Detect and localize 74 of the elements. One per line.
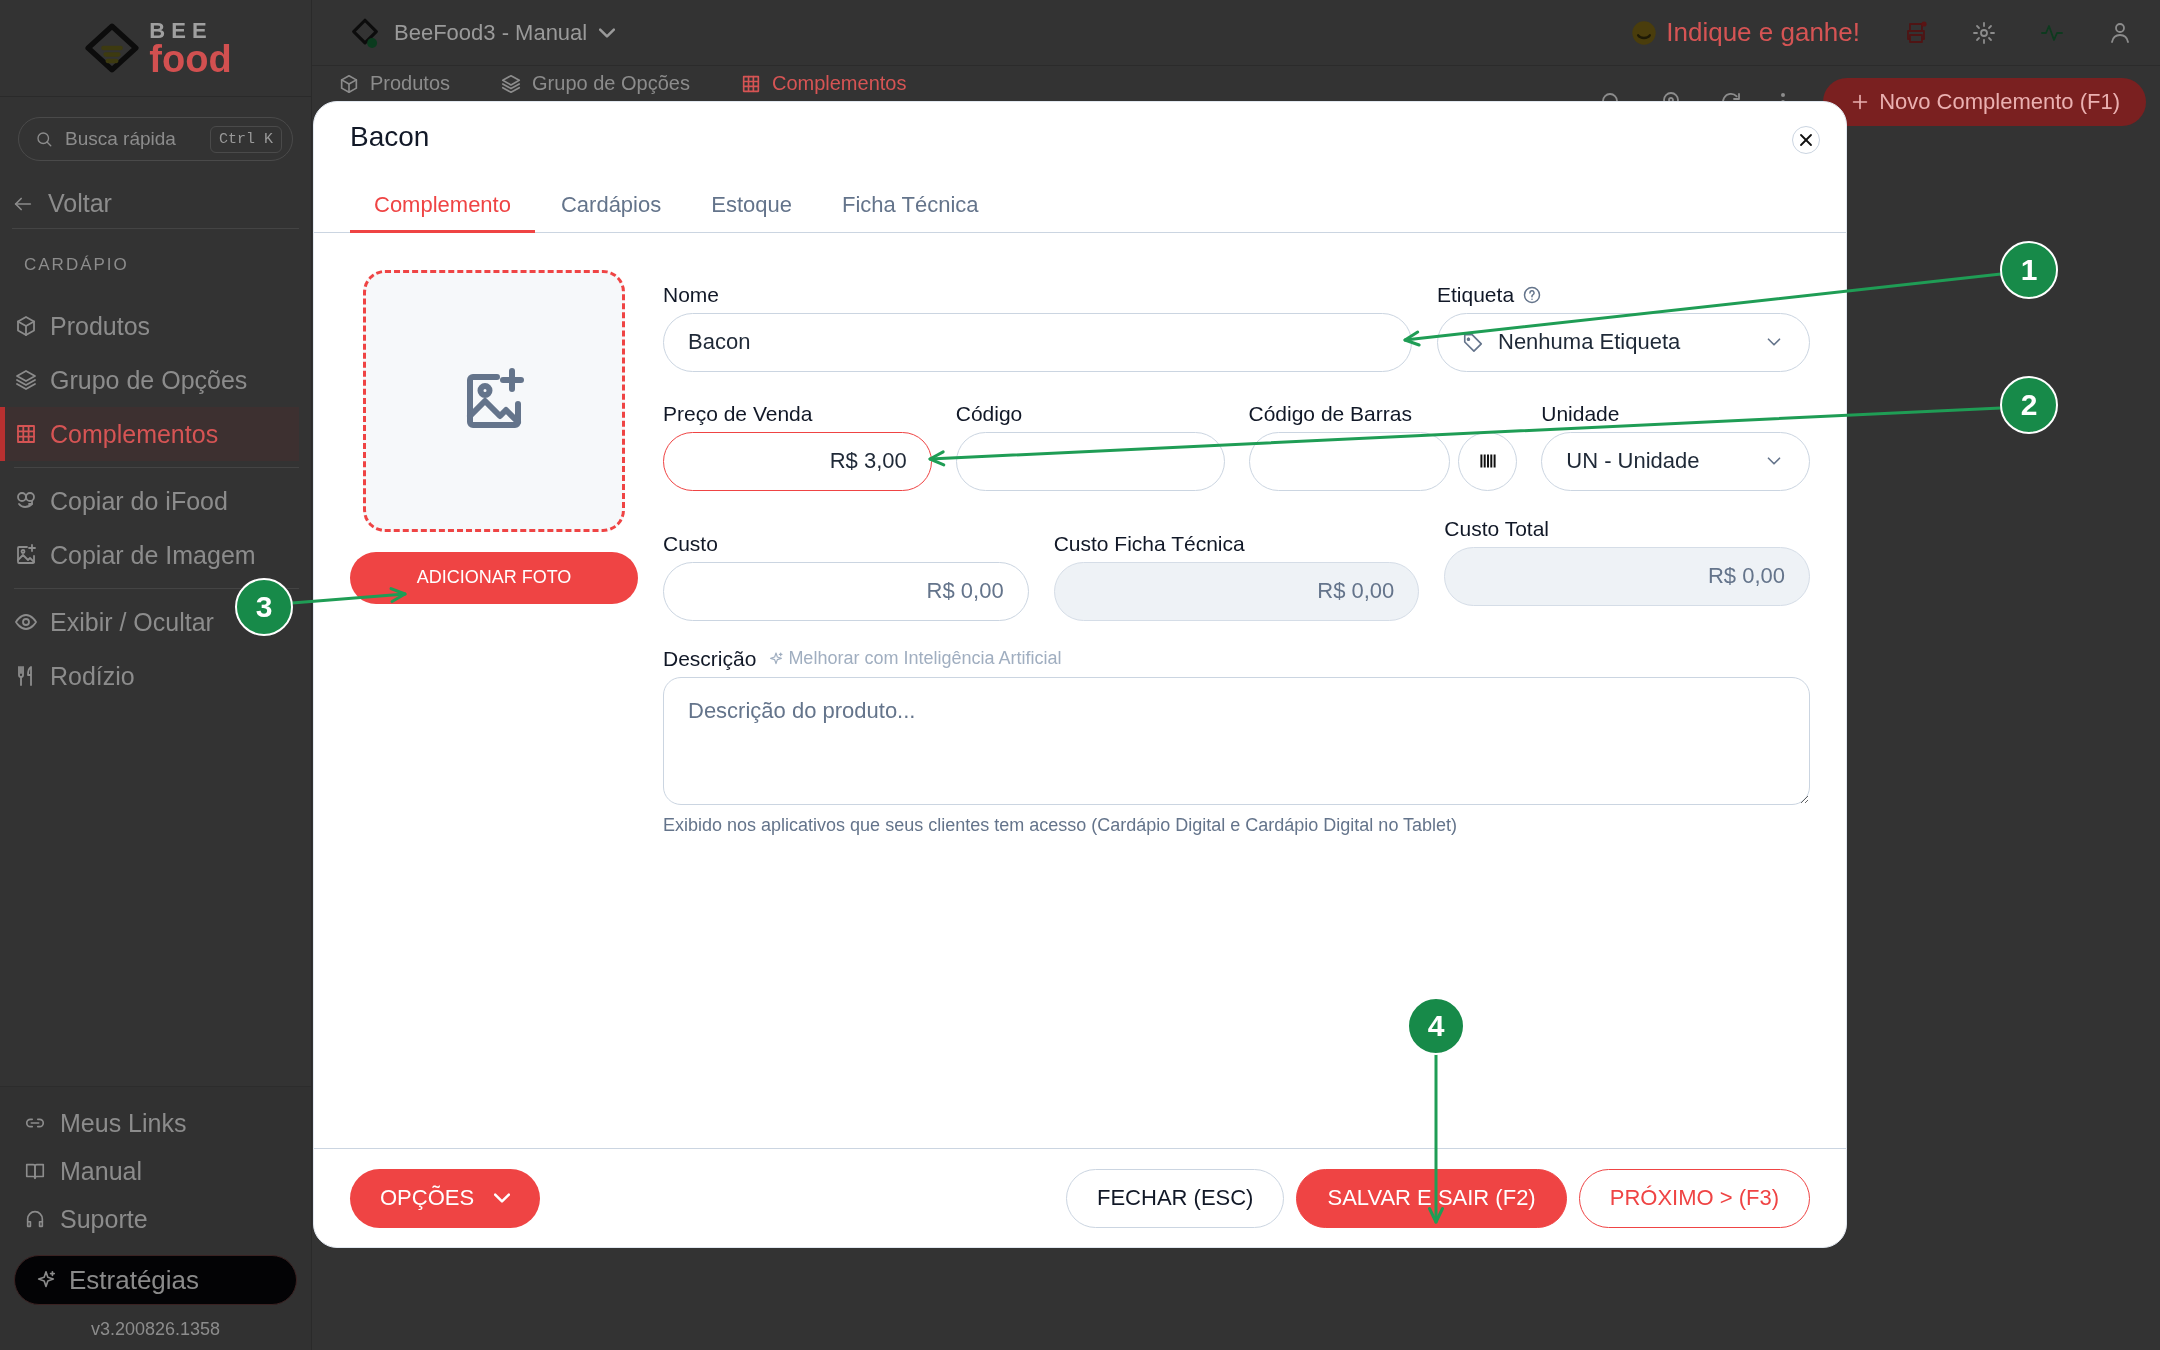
sidebar-item[interactable]: Copiar do iFood bbox=[14, 474, 228, 528]
dialog-button[interactable]: FECHAR (ESC) bbox=[1066, 1168, 1285, 1228]
tag-icon bbox=[1462, 331, 1484, 353]
shortcut-key: Ctrl K bbox=[210, 125, 282, 153]
sidebar-link[interactable]: Manual bbox=[14, 1147, 297, 1195]
sidebar-item[interactable]: Exibir / Ocultar bbox=[14, 595, 214, 649]
image-plus-icon bbox=[14, 543, 38, 567]
tag-dropdown[interactable]: Nenhuma Etiqueta bbox=[1437, 312, 1810, 372]
field-label: Código bbox=[955, 401, 1024, 426]
field-label: Custo Ficha Técnica bbox=[1053, 531, 1246, 556]
logo-text: food bbox=[149, 41, 232, 77]
sidebar-link[interactable]: Meus Links bbox=[14, 1099, 297, 1147]
field-label: Descrição bbox=[663, 646, 757, 671]
version-text: v3.200826.1358 bbox=[89, 1319, 222, 1340]
dialog-tab[interactable]: Complemento bbox=[350, 186, 535, 233]
modal-title: Bacon bbox=[350, 121, 430, 153]
headset-icon bbox=[24, 1208, 46, 1230]
name-field[interactable]: Bacon bbox=[663, 312, 1412, 372]
dialog-tab[interactable]: Cardápios bbox=[536, 186, 686, 233]
help-icon[interactable] bbox=[1522, 284, 1543, 305]
grid-icon bbox=[14, 422, 38, 446]
layers-icon bbox=[14, 368, 38, 392]
strategies-button[interactable]: Estratégias bbox=[14, 1255, 297, 1305]
chevron-down-icon bbox=[494, 1193, 511, 1203]
ai-improve-link[interactable]: Melhorar com Inteligência Artificial bbox=[768, 648, 1062, 669]
field-label: Etiqueta bbox=[1437, 282, 1515, 307]
sidebar-item[interactable]: Produtos bbox=[0, 299, 299, 353]
add-photo-button[interactable]: ADICIONAR FOTO bbox=[350, 551, 638, 604]
price-field[interactable]: R$ 3,00 bbox=[663, 431, 932, 491]
sidebar-item[interactable]: Rodízio bbox=[14, 649, 135, 703]
code-field[interactable] bbox=[955, 431, 1225, 491]
dialog-button[interactable]: SALVAR E SAIR (F2) bbox=[1296, 1168, 1567, 1228]
box-icon bbox=[338, 72, 360, 95]
dialog-tab[interactable]: Ficha Técnica bbox=[817, 186, 1003, 233]
sparkle-icon bbox=[768, 650, 785, 667]
layers-icon bbox=[500, 72, 523, 95]
logo-text: BEE bbox=[149, 19, 214, 42]
back-link[interactable]: Voltar bbox=[12, 185, 299, 229]
workspace-selector[interactable]: BeeFood3 - Manual bbox=[348, 15, 616, 50]
field-label: Código de Barras bbox=[1248, 401, 1413, 426]
step-number-badge: 2 bbox=[2000, 376, 2058, 434]
referral-link[interactable]: Indique e ganhe! bbox=[1630, 17, 1860, 48]
chevron-down-icon bbox=[599, 27, 616, 38]
field-label: Custo bbox=[663, 531, 719, 556]
field-label: Custo Total bbox=[1444, 516, 1550, 541]
photo-dropzone[interactable] bbox=[363, 269, 625, 532]
step-number-badge: 1 bbox=[2000, 241, 2058, 299]
page-tab[interactable]: Produtos bbox=[338, 72, 451, 95]
sidebar-link[interactable]: Suporte bbox=[14, 1195, 297, 1243]
section-heading: CARDÁPIO bbox=[24, 255, 130, 275]
page-tab[interactable]: Complementos bbox=[739, 72, 907, 95]
sun-icon[interactable] bbox=[1972, 20, 1996, 45]
total-cost-field: R$ 0,00 bbox=[1444, 546, 1810, 606]
field-hint: Exibido nos aplicativos que seus clientes tem acesso (Cardápio Digital e Cardápio Digital no Tablet) bbox=[663, 814, 1459, 836]
dialog-button[interactable]: PRÓXIMO > (F3) bbox=[1578, 1168, 1810, 1228]
smiley-icon bbox=[1630, 18, 1659, 47]
recipe-cost-field: R$ 0,00 bbox=[1053, 561, 1420, 621]
unit-dropdown[interactable]: UN - Unidade bbox=[1541, 431, 1810, 491]
search-icon bbox=[35, 130, 53, 148]
description-field[interactable]: Descrição do produto... bbox=[663, 676, 1810, 805]
sidebar-item[interactable]: Grupo de Opções bbox=[0, 353, 299, 407]
options-button[interactable]: OPÇÕES bbox=[350, 1168, 541, 1228]
user-icon[interactable] bbox=[2108, 20, 2132, 45]
field-label: Unidade bbox=[1541, 401, 1621, 426]
step-number-badge: 3 bbox=[235, 578, 293, 636]
page-tab[interactable]: Grupo de Opções bbox=[500, 72, 690, 95]
cost-field[interactable]: R$ 0,00 bbox=[663, 561, 1029, 621]
new-complement-button[interactable]: Novo Complemento (F1) bbox=[1823, 78, 2146, 126]
sidebar-item[interactable]: Complementos bbox=[0, 407, 299, 461]
dialog-tab[interactable]: Estoque bbox=[687, 186, 816, 233]
field-label: Nome bbox=[663, 282, 721, 307]
close-button[interactable] bbox=[1792, 126, 1820, 154]
box-icon bbox=[14, 314, 38, 338]
field-label: Preço de Venda bbox=[663, 401, 814, 426]
